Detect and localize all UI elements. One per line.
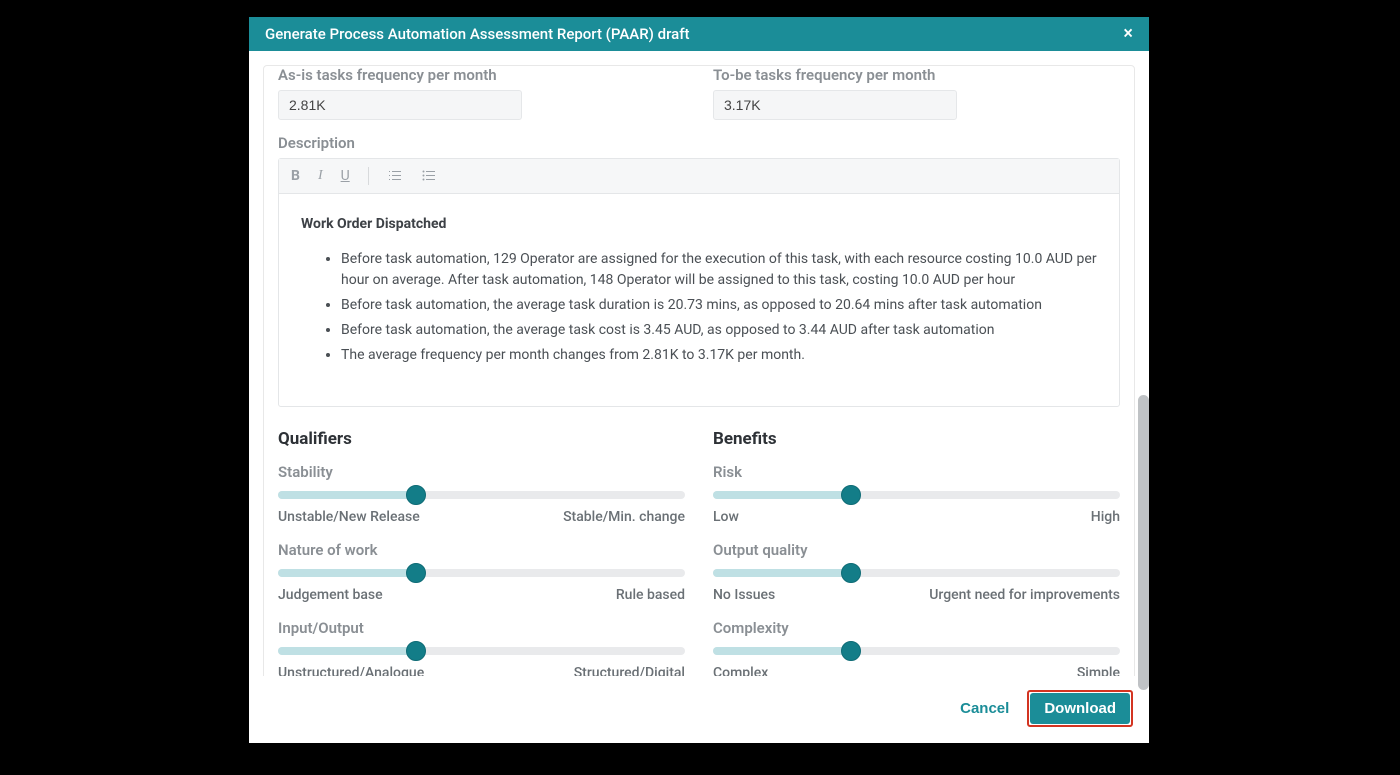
list-item: Before task automation, the average task…: [341, 320, 1097, 341]
nature-label: Nature of work: [278, 541, 685, 559]
complexity-slider[interactable]: [713, 647, 1120, 655]
output-right-label: Urgent need for improvements: [929, 587, 1120, 603]
complexity-slider-block: Complexity Complex Simple: [713, 619, 1120, 676]
download-button[interactable]: Download: [1030, 693, 1130, 724]
bold-icon[interactable]: B: [291, 168, 300, 184]
risk-label: Risk: [713, 463, 1120, 481]
io-label: Input/Output: [278, 619, 685, 637]
io-slider-block: Input/Output Unstructured/Analogue Struc…: [278, 619, 685, 676]
benefits-title: Benefits: [713, 429, 1120, 449]
description-label: Description: [278, 134, 1120, 152]
qualifiers-title: Qualifiers: [278, 429, 685, 449]
slider-thumb[interactable]: [841, 641, 861, 661]
risk-slider-block: Risk Low High: [713, 463, 1120, 525]
description-bullets: Before task automation, 129 Operator are…: [301, 249, 1097, 366]
sliders-row: Qualifiers Stability Unstable/New Releas…: [278, 429, 1120, 676]
unordered-list-icon[interactable]: [421, 168, 437, 184]
modal-header: Generate Process Automation Assessment R…: [249, 17, 1149, 51]
ordered-list-icon[interactable]: [387, 168, 403, 184]
list-item: Before task automation, the average task…: [341, 295, 1097, 316]
stability-label: Stability: [278, 463, 685, 481]
asis-label: As-is tasks frequency per month: [278, 66, 685, 84]
io-right-label: Structured/Digital: [574, 665, 685, 676]
slider-thumb[interactable]: [406, 641, 426, 661]
asis-input[interactable]: [278, 90, 522, 120]
modal-body[interactable]: As-is tasks frequency per month To-be ta…: [249, 51, 1149, 676]
output-left-label: No Issues: [713, 587, 775, 603]
cancel-button[interactable]: Cancel: [960, 700, 1009, 717]
tobe-input[interactable]: [713, 90, 957, 120]
download-highlight: Download: [1027, 690, 1133, 727]
nature-slider[interactable]: [278, 569, 685, 577]
risk-slider[interactable]: [713, 491, 1120, 499]
nature-left-label: Judgement base: [278, 587, 383, 603]
output-slider-block: Output quality No Issues Urgent need for…: [713, 541, 1120, 603]
modal-title: Generate Process Automation Assessment R…: [265, 25, 690, 43]
italic-icon[interactable]: I: [318, 168, 323, 184]
content-card: As-is tasks frequency per month To-be ta…: [263, 65, 1135, 676]
io-slider[interactable]: [278, 647, 685, 655]
slider-thumb[interactable]: [841, 485, 861, 505]
qualifiers-section: Qualifiers Stability Unstable/New Releas…: [278, 429, 685, 676]
io-left-label: Unstructured/Analogue: [278, 665, 424, 676]
stability-slider-block: Stability Unstable/New Release Stable/Mi…: [278, 463, 685, 525]
underline-icon[interactable]: U: [341, 168, 350, 184]
list-item: Before task automation, 129 Operator are…: [341, 249, 1097, 291]
risk-left-label: Low: [713, 509, 739, 525]
description-editor: B I U Work Order Dispa: [278, 158, 1120, 407]
risk-right-label: High: [1091, 509, 1120, 525]
modal-footer: Cancel Download: [249, 676, 1149, 743]
complexity-left-label: Complex: [713, 665, 768, 676]
frequency-row: As-is tasks frequency per month To-be ta…: [278, 66, 1120, 120]
editor-body[interactable]: Work Order Dispatched Before task automa…: [279, 194, 1119, 406]
stability-left-label: Unstable/New Release: [278, 509, 420, 525]
output-label: Output quality: [713, 541, 1120, 559]
slider-thumb[interactable]: [406, 563, 426, 583]
stability-slider[interactable]: [278, 491, 685, 499]
toolbar-separator: [368, 167, 369, 185]
nature-right-label: Rule based: [616, 587, 685, 603]
tobe-label: To-be tasks frequency per month: [713, 66, 1120, 84]
list-item: The average frequency per month changes …: [341, 345, 1097, 366]
complexity-label: Complexity: [713, 619, 1120, 637]
close-icon[interactable]: ×: [1123, 25, 1133, 43]
complexity-right-label: Simple: [1077, 665, 1120, 676]
editor-toolbar: B I U: [279, 159, 1119, 194]
scrollbar-thumb[interactable]: [1138, 395, 1149, 690]
output-slider[interactable]: [713, 569, 1120, 577]
description-heading: Work Order Dispatched: [301, 216, 446, 232]
nature-slider-block: Nature of work Judgement base Rule based: [278, 541, 685, 603]
stability-right-label: Stable/Min. change: [563, 509, 685, 525]
paar-modal: Generate Process Automation Assessment R…: [249, 17, 1149, 743]
slider-thumb[interactable]: [406, 485, 426, 505]
slider-thumb[interactable]: [841, 563, 861, 583]
benefits-section: Benefits Risk Low High Output q: [713, 429, 1120, 676]
